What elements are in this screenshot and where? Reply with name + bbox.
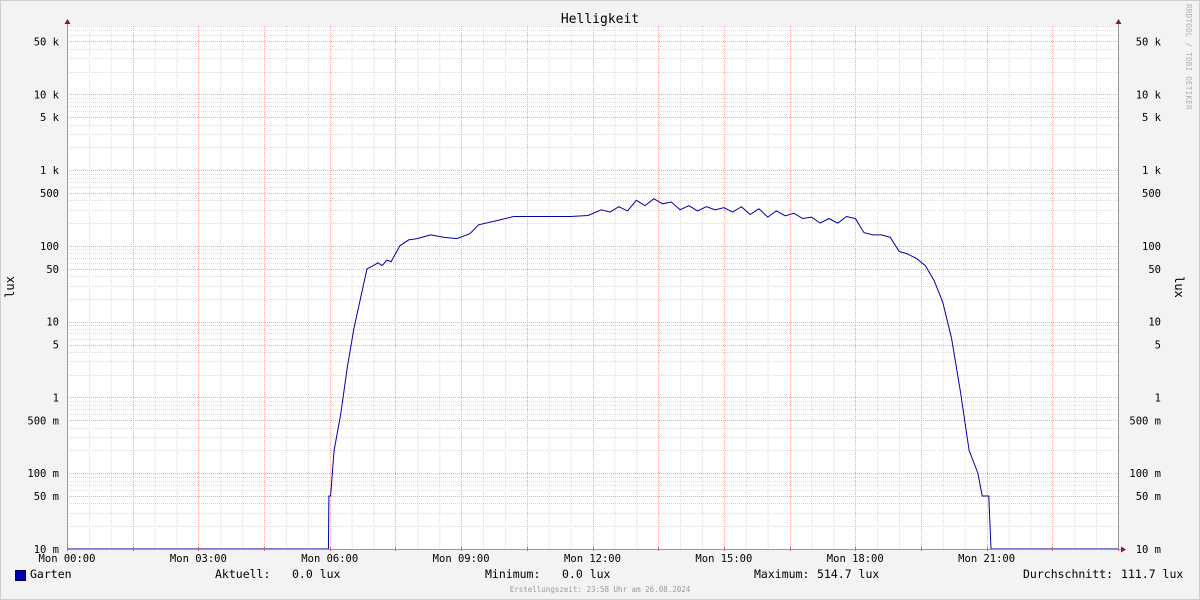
legend-max-label: Maximum: (754, 567, 810, 581)
y-tick-label-right: 500 m (1129, 415, 1161, 427)
x-tick-label: Mon 09:00 (433, 553, 490, 565)
y-axis-arrow-right (1115, 19, 1122, 24)
y-axis-label-right: lux (1172, 276, 1186, 298)
x-axis-arrow (1121, 546, 1126, 553)
legend-avg-label: Durchschnitt: (1023, 567, 1114, 581)
y-tick-label-right: 50 m (1136, 491, 1161, 503)
y-tick-label-right: 50 k (1136, 36, 1162, 48)
y-tick-label-right: 100 (1142, 241, 1161, 253)
y-tick-label-left: 5 k (40, 112, 60, 124)
legend-swatch (15, 570, 26, 581)
legend-min-value: 0.0 lux (562, 567, 611, 581)
x-tick-label: Mon 15:00 (695, 553, 752, 565)
y-tick-label-left: 500 (40, 188, 59, 200)
y-tick-label-left: 1 (53, 392, 59, 404)
y-axis-label-left: lux (3, 276, 17, 298)
y-axis-arrow-left (64, 19, 71, 24)
x-tick-label: Mon 00:00 (39, 553, 96, 565)
y-tick-label-right: 5 k (1142, 112, 1162, 124)
legend-max-value: 514.7 lux (817, 567, 880, 581)
y-tick-label-left: 50 m (34, 491, 59, 503)
y-tick-label-right: 10 k (1136, 89, 1162, 101)
chart-title: Helligkeit (561, 12, 639, 27)
lux-chart: 50 k 50 k 10 k 10 k 5 k 5 k 1 k 1 k 500 500 100 100… (3, 12, 1186, 565)
y-tick-label-left: 500 m (27, 415, 59, 427)
y-tick-label-right: 500 (1142, 188, 1161, 200)
x-tick-label: Mon 06:00 (301, 553, 358, 565)
y-tick-label-left: 1 k (40, 165, 60, 177)
y-tick-label-left: 10 k (34, 89, 60, 101)
x-tick-label: Mon 18:00 (827, 553, 884, 565)
y-tick-label-right: 100 m (1129, 468, 1161, 480)
legend-series-name: Garten (30, 567, 72, 581)
legend-current-value: 0.0 lux (292, 567, 341, 581)
plot-area (67, 26, 1118, 549)
y-tick-label-right: 50 (1148, 264, 1161, 276)
creation-time-footer: Erstellungszeit: 23:58 Uhr am 26.08.2024 (509, 585, 691, 594)
y-tick-label-left: 100 (40, 241, 59, 253)
x-tick-label: Mon 03:00 (170, 553, 227, 565)
rrdtool-credit: RRDTOOL / TOBI OETIKER (1184, 4, 1193, 110)
legend-avg-value: 111.7 lux (1121, 567, 1184, 581)
y-tick-label-left: 50 (46, 264, 59, 276)
y-tick-label-right: 1 k (1142, 165, 1162, 177)
y-tick-label-left: 100 m (27, 468, 59, 480)
y-tick-label-right: 5 (1155, 340, 1161, 352)
y-tick-label-left: 5 (53, 340, 59, 352)
y-tick-label-right: 1 (1155, 392, 1161, 404)
x-tick-label: Mon 21:00 (958, 553, 1015, 565)
legend-min-label: Minimum: (485, 567, 541, 581)
y-tick-label-right: 10 m (1136, 544, 1161, 556)
y-tick-label-left: 50 k (34, 36, 60, 48)
legend-current-label: Aktuell: (215, 567, 271, 581)
x-tick-label: Mon 12:00 (564, 553, 621, 565)
y-tick-label-right: 10 (1148, 317, 1161, 329)
y-tick-label-left: 10 (46, 317, 59, 329)
